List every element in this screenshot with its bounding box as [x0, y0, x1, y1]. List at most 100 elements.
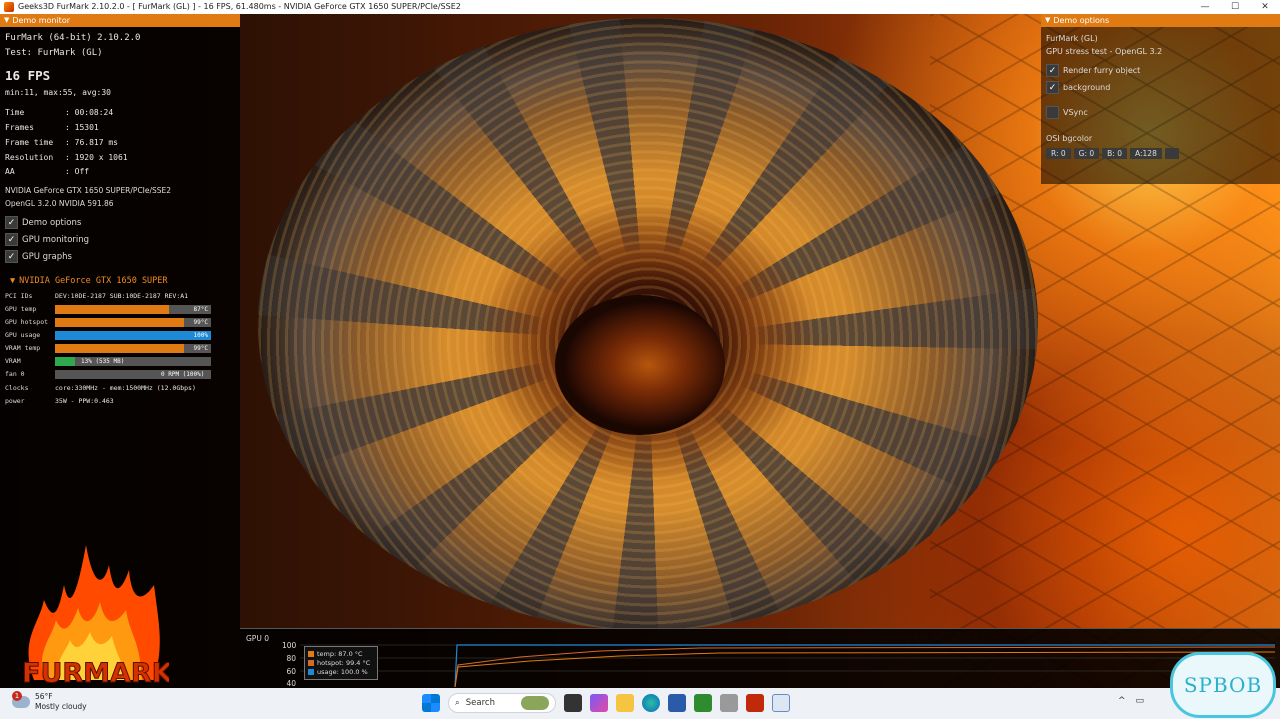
start-windows-icon[interactable] [422, 694, 440, 712]
task-view-icon[interactable] [564, 694, 582, 712]
sensor-label: GPU usage [5, 331, 41, 339]
legend-item-hotspot: hotspot: 99.4 °C [308, 658, 374, 667]
sensor-row: fan 0 0 RPM (100%) [5, 369, 211, 379]
window-title: Geeks3D FurMark 2.10.2.0 - [ FurMark (GL… [18, 2, 461, 11]
sensor-label: VRAM [5, 357, 21, 365]
minimize-button[interactable]: — [1190, 0, 1220, 14]
demo-options-header[interactable]: ▼ Demo options [1041, 14, 1280, 27]
power-row: power 35W - PPW:0.463 [5, 397, 114, 405]
y-tick-label: 60 [286, 667, 296, 676]
windows-taskbar: 1 56°FMostly cloudy ⌕ Search ^ ▭ 2026 [0, 688, 1280, 719]
render-furry-object-checkbox[interactable]: ✓ Render furry object [1046, 64, 1140, 77]
sensor-bar: 99°C [55, 343, 211, 353]
green-channel-field[interactable]: G: 0 [1073, 148, 1100, 159]
sensor-value: 13% (535 MB) [81, 357, 125, 365]
sensor-bar-fill [55, 304, 169, 314]
donut-hole [555, 295, 725, 435]
app-version: FurMark (64-bit) 2.10.2.0 [5, 33, 141, 43]
search-highlight-icon [521, 696, 549, 710]
collapse-triangle-icon: ▼ [1045, 16, 1051, 24]
osi-bgcolor-label: OSI bgcolor [1046, 134, 1093, 143]
sensor-row: GPU hotspot 99°C [5, 317, 211, 327]
stat-row: Frame time: 76.817 ms [5, 138, 118, 147]
stat-row: AA: Off [5, 167, 90, 176]
furmark-window: Geeks3D FurMark 2.10.2.0 - [ FurMark (GL… [0, 0, 1280, 719]
demo-name: FurMark (GL) [1046, 34, 1098, 43]
checkmark-icon: ✓ [1046, 64, 1059, 77]
checkmark-icon: ✓ [1046, 81, 1059, 94]
taskbar-search[interactable]: ⌕ Search [448, 693, 556, 713]
graph-plot [300, 644, 1275, 687]
color-swatch[interactable] [1164, 148, 1179, 159]
copilot-icon[interactable] [590, 694, 608, 712]
background-checkbox[interactable]: ✓ background [1046, 81, 1110, 94]
checkmark-icon: ✓ [5, 216, 18, 229]
system-tool-icon[interactable] [720, 694, 738, 712]
nvidia-icon[interactable] [694, 694, 712, 712]
weather-widget[interactable]: 1 56°F Mostly cloudy [12, 691, 87, 712]
demo-options-toggle[interactable]: ✓ Demo options [5, 216, 81, 229]
gpu-monitoring-toggle[interactable]: ✓ GPU monitoring [5, 233, 89, 246]
gpu-graph-panel: GPU 0 100 80 60 40 temp: 87.0 °C hotspot… [240, 628, 1280, 688]
sensor-row: VRAM 13% (535 MB) [5, 356, 211, 366]
vsync-checkbox[interactable]: VSync [1046, 106, 1088, 119]
sensor-value: 100% [193, 331, 208, 339]
maximize-button[interactable]: ☐ [1220, 0, 1250, 14]
temp-line [454, 651, 1275, 687]
sensor-bar-fill [55, 343, 185, 353]
pci-ids-row: PCI IDs DEV:10DE-2187 SUB:10DE-2187 REV:A… [5, 292, 189, 300]
sensor-bar: 0 RPM (100%) [55, 369, 211, 379]
logo-text: FURMARK [22, 658, 169, 688]
stat-row: Time: 00:08:24 [5, 108, 114, 117]
demo-options-title: Demo options [1053, 16, 1110, 25]
sensor-row: GPU temp 87°C [5, 304, 211, 314]
furmark-taskbar-icon[interactable] [746, 694, 764, 712]
store-icon[interactable] [668, 694, 686, 712]
furmark-app-icon [4, 2, 14, 12]
checkmark-icon: ✓ [5, 233, 18, 246]
alpha-channel-field[interactable]: A:128 [1130, 148, 1162, 159]
demo-monitor-title: Demo monitor [12, 16, 71, 25]
edge-browser-icon[interactable] [642, 694, 660, 712]
test-name: Test: FurMark (GL) [5, 48, 103, 58]
search-icon: ⌕ [455, 698, 460, 708]
sensor-bar: 99°C [55, 317, 211, 327]
legend-item-temp: temp: 87.0 °C [308, 649, 374, 658]
opengl-version: OpenGL 3.2.0 NVIDIA 591.86 [5, 199, 114, 208]
y-tick-label: 40 [286, 679, 296, 688]
sensor-row: GPU usage 100% [5, 330, 211, 340]
sensor-bar-fill [55, 317, 185, 327]
notification-badge: 1 [12, 691, 22, 701]
y-tick-label: 100 [282, 641, 297, 650]
blue-channel-field[interactable]: B: 0 [1102, 148, 1127, 159]
sensor-bar: 100% [55, 330, 211, 340]
taskbar-apps: ⌕ Search [422, 693, 790, 713]
sensor-label: fan 0 [5, 370, 25, 378]
gpu-graphs-toggle[interactable]: ✓ GPU graphs [5, 250, 72, 263]
sensor-value: 87°C [193, 305, 208, 313]
gpu-section-header[interactable]: ▼ NVIDIA GeForce GTX 1650 SUPER [10, 276, 168, 286]
file-explorer-icon[interactable] [616, 694, 634, 712]
fps-value: 16 FPS [5, 68, 51, 83]
demo-monitor-header[interactable]: ▼ Demo monitor [0, 14, 240, 27]
stat-row: Frames: 15301 [5, 123, 99, 132]
chevron-up-icon[interactable]: ^ [1118, 696, 1126, 709]
furmark-logo: FURMARK [22, 545, 169, 688]
red-channel-field[interactable]: R: 0 [1046, 148, 1071, 159]
demo-options-panel: ▼ Demo options FurMark (GL) GPU stress t… [1041, 14, 1280, 184]
sensor-bar: 87°C [55, 304, 211, 314]
title-bar: Geeks3D FurMark 2.10.2.0 - [ FurMark (GL… [0, 0, 1280, 14]
weather-temp: 56°F [35, 692, 53, 701]
active-window-icon[interactable] [772, 694, 790, 712]
renderer-name: NVIDIA GeForce GTX 1650 SUPER/PCIe/SSE2 [5, 186, 172, 195]
usage-line [454, 644, 1275, 687]
checkmark-icon: ✓ [5, 250, 18, 263]
sensor-value: 0 RPM (100%) [161, 370, 205, 378]
gpu-graph-label: GPU 0 [246, 634, 269, 643]
collapse-triangle-icon: ▼ [4, 16, 10, 24]
demo-description: GPU stress test - OpenGL 3.2 [1046, 47, 1163, 56]
close-button[interactable]: ✕ [1250, 0, 1280, 14]
network-icon[interactable]: ▭ [1136, 696, 1145, 709]
clocks-row: Clocks core:330MHz - mem:1500MHz (12.0Gbp… [5, 384, 196, 392]
unchecked-box-icon [1046, 106, 1059, 119]
